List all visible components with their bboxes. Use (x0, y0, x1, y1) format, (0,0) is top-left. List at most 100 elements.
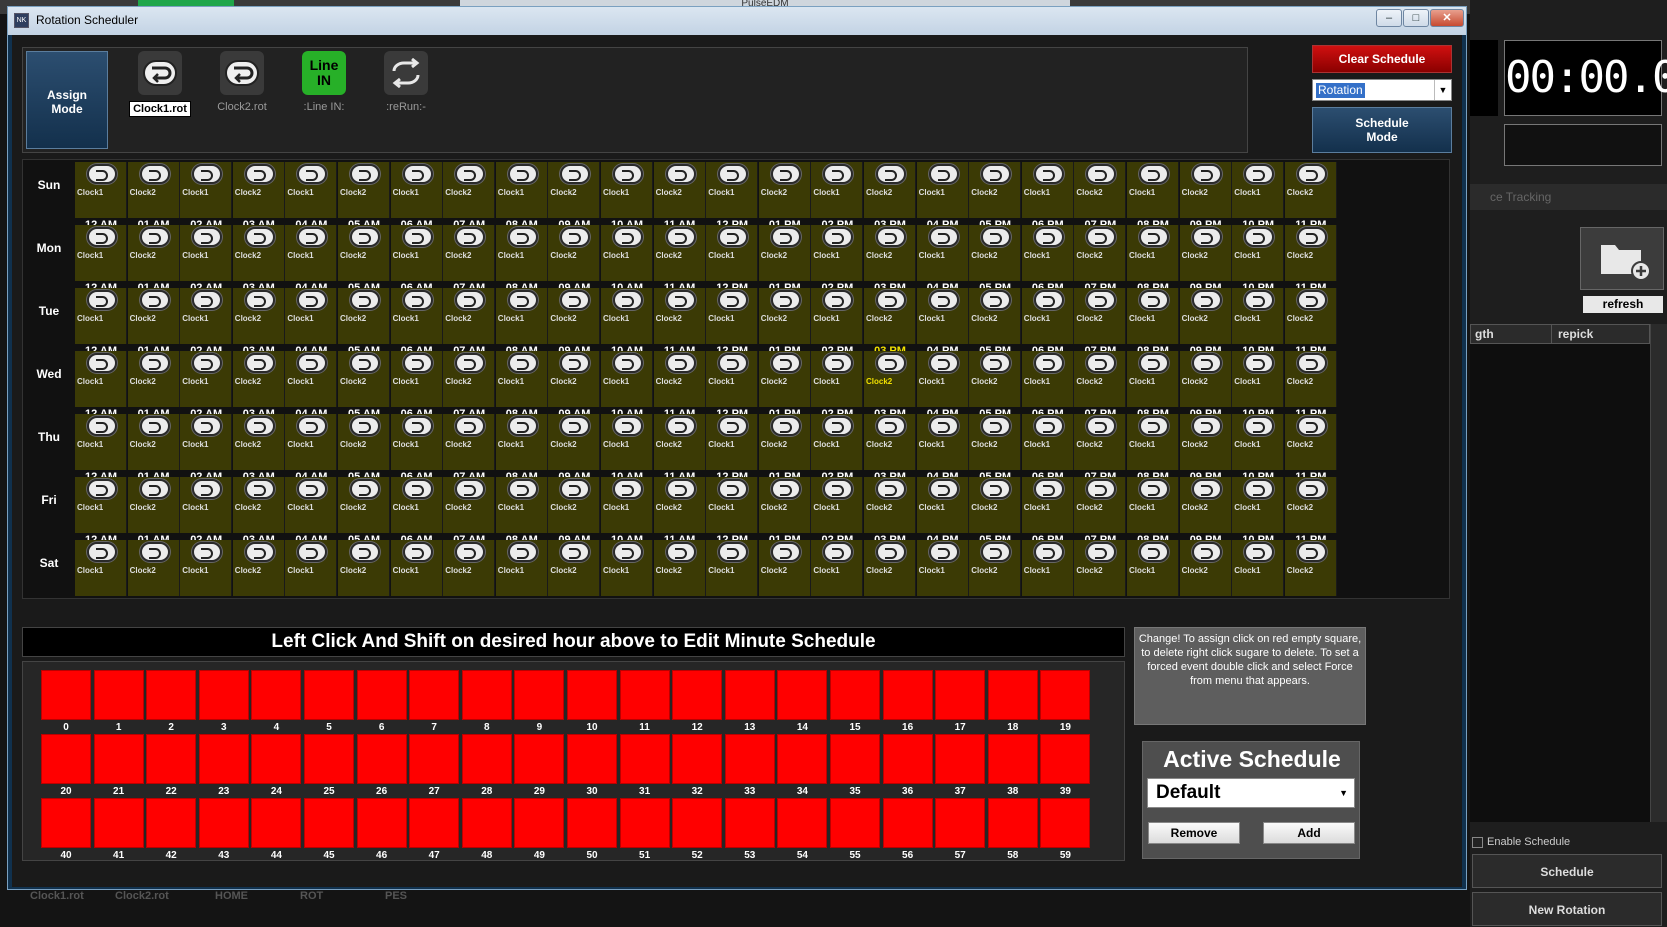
hour-slot[interactable]: Clock2 (653, 162, 706, 218)
hour-slot[interactable]: Clock1 (601, 288, 653, 344)
hour-slot[interactable]: Clock1 (75, 414, 127, 470)
hour-slot[interactable]: Clock2 (1074, 414, 1127, 470)
hour-slot[interactable]: Clock2 (232, 225, 285, 281)
hour-slot[interactable]: Clock1 (1232, 414, 1285, 470)
minute-slot[interactable] (304, 798, 354, 848)
hour-slot[interactable]: Clock1 (180, 225, 233, 281)
hour-slot[interactable]: Clock1 (1232, 477, 1285, 533)
hour-slot[interactable]: Clock1 (495, 288, 548, 344)
hour-slot[interactable]: Clock1 (1232, 162, 1285, 218)
minute-slot[interactable] (987, 670, 1038, 720)
minute-slot[interactable] (830, 734, 880, 784)
close-button[interactable]: ✕ (1430, 9, 1464, 27)
hour-slot[interactable]: Clock2 (127, 477, 180, 533)
hour-slot[interactable]: Clock1 (811, 414, 864, 470)
hour-slot[interactable]: Clock1 (285, 225, 338, 281)
minute-slot[interactable] (409, 734, 460, 784)
minute-slot[interactable] (567, 670, 617, 720)
minute-slot[interactable] (1040, 670, 1091, 720)
hour-slot[interactable]: Clock2 (127, 225, 180, 281)
minute-slot[interactable] (251, 670, 302, 720)
minute-slot[interactable] (514, 798, 565, 848)
hour-slot[interactable]: Clock1 (1232, 225, 1285, 281)
hour-slot[interactable]: Clock1 (811, 162, 864, 218)
hour-slot[interactable]: Clock1 (180, 162, 233, 218)
hour-slot[interactable]: Clock2 (1179, 225, 1232, 281)
hour-slot[interactable]: Clock1 (285, 540, 338, 596)
hour-slot[interactable]: Clock2 (548, 477, 601, 533)
minute-slot[interactable] (1040, 734, 1091, 784)
hour-slot[interactable]: Clock1 (495, 414, 548, 470)
hour-slot[interactable]: Clock1 (1127, 540, 1179, 596)
hour-slot[interactable]: Clock1 (75, 225, 127, 281)
hour-slot[interactable]: Clock1 (916, 225, 969, 281)
hour-slot[interactable]: Clock1 (1127, 162, 1179, 218)
hour-slot[interactable]: Clock1 (916, 288, 969, 344)
hour-slot[interactable]: Clock2 (1179, 414, 1232, 470)
hour-slot[interactable]: Clock2 (864, 414, 916, 470)
hour-slot[interactable]: Clock2 (232, 414, 285, 470)
hour-slot[interactable]: Clock2 (443, 288, 496, 344)
hour-slot[interactable]: Clock1 (706, 540, 759, 596)
active-schedule-select[interactable]: Default ▼ (1147, 778, 1355, 808)
hour-slot[interactable]: Clock2 (443, 225, 496, 281)
hour-slot[interactable]: Clock1 (706, 225, 759, 281)
minute-slot[interactable] (198, 670, 249, 720)
hour-slot[interactable]: Clock2 (1179, 162, 1232, 218)
hour-slot[interactable]: Clock2 (758, 351, 811, 407)
minute-slot[interactable] (356, 670, 407, 720)
hour-slot[interactable]: Clock1 (916, 162, 969, 218)
minute-slot[interactable] (724, 798, 775, 848)
hour-slot[interactable]: Clock2 (969, 225, 1022, 281)
hour-slot[interactable]: Clock2 (653, 288, 706, 344)
hour-slot[interactable]: Clock1 (285, 351, 338, 407)
minute-slot[interactable] (987, 798, 1038, 848)
hour-slot[interactable]: Clock2 (653, 414, 706, 470)
minute-slot[interactable] (724, 734, 775, 784)
hour-slot[interactable]: Clock2 (443, 162, 496, 218)
hour-slot[interactable]: Clock2 (1284, 414, 1337, 470)
hour-slot[interactable]: Clock2 (758, 288, 811, 344)
hour-slot[interactable]: Clock1 (706, 414, 759, 470)
rotation-select[interactable]: Rotation ▼ (1312, 79, 1452, 101)
add-folder-button[interactable] (1580, 227, 1664, 290)
hour-slot[interactable]: Clock2 (1074, 540, 1127, 596)
minute-slot[interactable] (619, 670, 670, 720)
hour-slot[interactable]: Clock1 (1021, 225, 1074, 281)
list-scrollbar[interactable] (1650, 324, 1667, 822)
hour-slot[interactable]: Clock2 (127, 414, 180, 470)
hour-slot[interactable]: Clock1 (916, 351, 969, 407)
hour-slot[interactable]: Clock1 (1232, 540, 1285, 596)
hour-slot[interactable]: Clock2 (864, 225, 916, 281)
hour-slot[interactable]: Clock2 (127, 288, 180, 344)
minute-slot[interactable] (461, 798, 512, 848)
clear-schedule-button[interactable]: Clear Schedule (1312, 45, 1452, 73)
minute-slot[interactable] (514, 734, 565, 784)
toolbar-item-4[interactable]: :reRun:- (370, 51, 442, 113)
hour-slot[interactable]: Clock1 (180, 540, 233, 596)
hour-slot[interactable]: Clock1 (390, 477, 443, 533)
hour-slot[interactable]: Clock1 (495, 477, 548, 533)
minute-slot[interactable] (146, 670, 197, 720)
hour-slot[interactable]: Clock2 (969, 540, 1022, 596)
minute-slot[interactable] (672, 734, 723, 784)
hour-slot[interactable]: Clock2 (443, 540, 496, 596)
hour-slot[interactable]: Clock1 (285, 414, 338, 470)
minute-slot[interactable] (41, 670, 91, 720)
minute-slot[interactable] (461, 734, 512, 784)
minute-slot[interactable] (251, 734, 302, 784)
new-rotation-button[interactable]: New Rotation (1472, 892, 1662, 926)
hour-slot[interactable]: Clock2 (653, 477, 706, 533)
hour-slot[interactable]: Clock1 (1232, 351, 1285, 407)
hour-slot[interactable]: Clock2 (969, 414, 1022, 470)
hour-slot[interactable]: Clock2 (548, 288, 601, 344)
minute-slot[interactable] (461, 670, 512, 720)
hour-slot[interactable]: Clock2 (758, 540, 811, 596)
hour-slot[interactable]: Clock2 (758, 414, 811, 470)
minute-slot[interactable] (146, 734, 197, 784)
hour-slot[interactable]: Clock2 (864, 351, 916, 407)
hour-slot[interactable]: Clock2 (969, 288, 1022, 344)
hour-slot[interactable]: Clock1 (75, 477, 127, 533)
hour-slot[interactable]: Clock1 (180, 477, 233, 533)
hour-slot[interactable]: Clock2 (443, 414, 496, 470)
